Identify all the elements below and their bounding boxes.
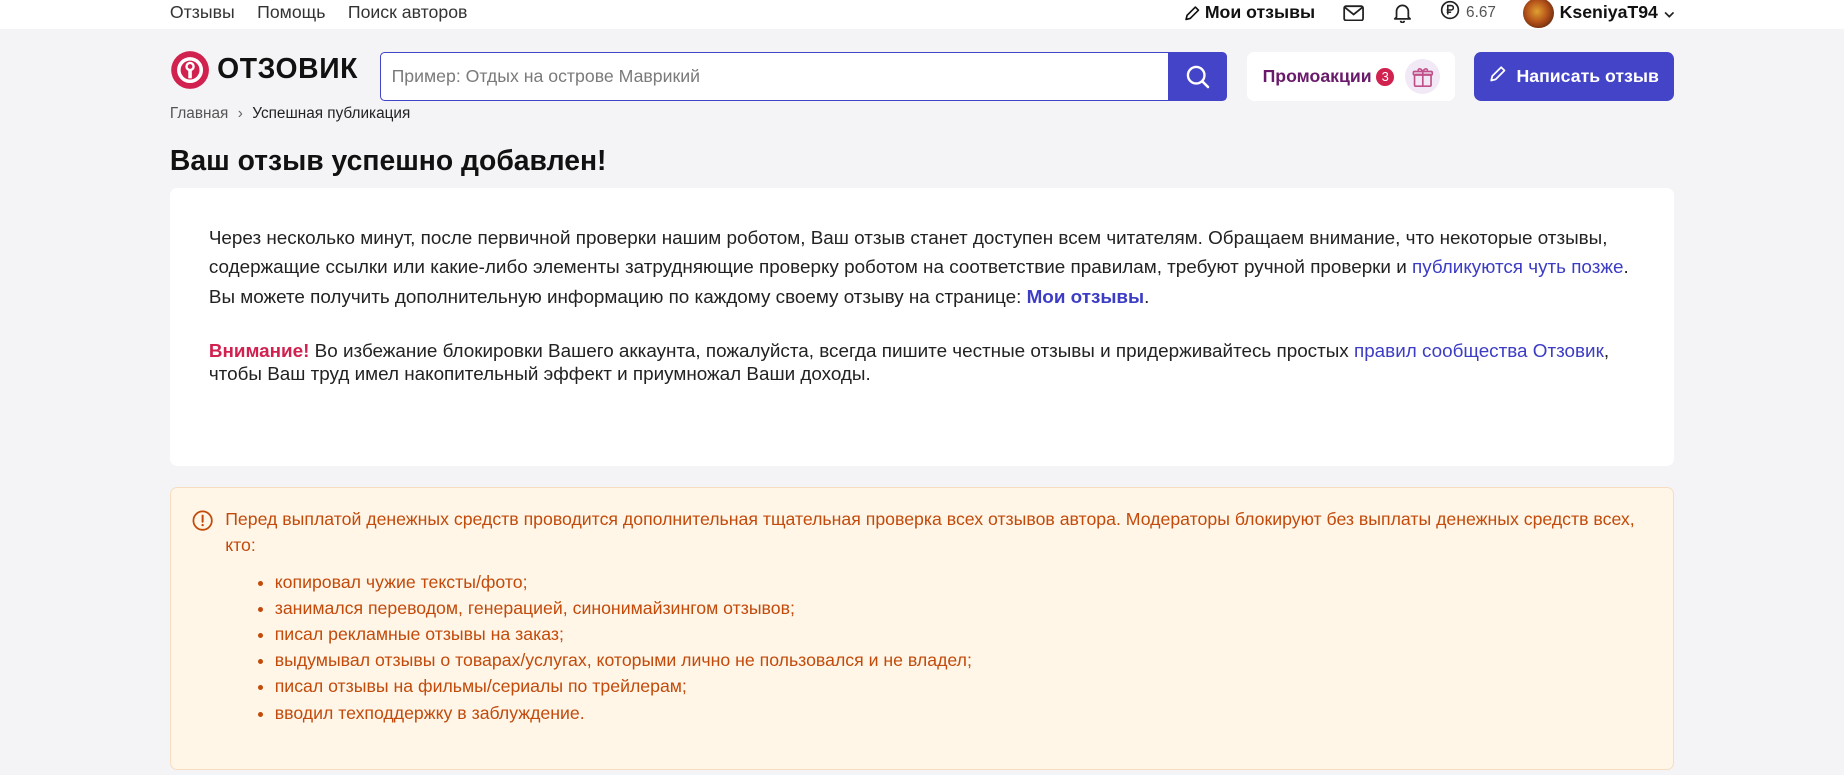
list-item: выдумывал отзывы о товарах/услугах, кото… [275, 647, 1650, 673]
pencil-icon [1489, 65, 1507, 88]
breadcrumb-current: Успешная публикация [252, 105, 411, 123]
my-reviews-page-link[interactable]: Мои отзывы [1027, 286, 1145, 307]
username: KseniyaT94 [1559, 2, 1658, 23]
exclamation-circle-icon [192, 510, 213, 539]
list-item: писал рекламные отзывы на заказ; [275, 621, 1650, 647]
top-links: Отзывы Помощь Поиск авторов [170, 2, 468, 23]
attention-paragraph: Внимание! Во избежание блокировки Вашего… [209, 339, 1636, 386]
breadcrumb: Главная › Успешная публикация [170, 100, 1674, 126]
top-utility-bar: Отзывы Помощь Поиск авторов Мои отзывы 6… [0, 0, 1845, 30]
community-rules-link[interactable]: правил сообщества Отзовик [1354, 340, 1604, 361]
page-title: Ваш отзыв успешно добавлен! [169, 145, 607, 178]
my-reviews-link[interactable]: Мои отзывы [1184, 2, 1315, 23]
chevron-down-icon [1664, 2, 1675, 23]
search-input[interactable] [379, 51, 1169, 102]
search-bar [379, 51, 1228, 102]
pencil-icon [1184, 5, 1201, 22]
search-button[interactable] [1168, 51, 1228, 102]
ruble-icon [1440, 0, 1460, 25]
mail-icon[interactable] [1343, 5, 1365, 22]
bell-icon[interactable] [1393, 3, 1412, 23]
balance-value: 6.67 [1466, 3, 1496, 21]
balance[interactable]: 6.67 [1440, 0, 1496, 25]
avatar [1523, 0, 1554, 29]
my-reviews-label: Мои отзывы [1204, 2, 1316, 23]
logo[interactable]: ОТЗОВИК [170, 50, 358, 90]
list-item: вводил техподдержку в заблуждение. [275, 700, 1650, 726]
top-right-menu: Мои отзывы 6.67 KseniyaT94 [1184, 0, 1675, 29]
logo-icon [171, 50, 209, 89]
search-icon [1186, 65, 1210, 88]
notice-text-1: Через несколько минут, после первичной п… [208, 226, 1608, 278]
write-review-button[interactable]: Написать отзыв [1473, 51, 1675, 102]
list-item: копировал чужие тексты/фото; [275, 569, 1650, 595]
top-link-help[interactable]: Помощь [257, 2, 325, 23]
attention-label: Внимание! [208, 339, 310, 361]
notice-paragraph: Через несколько минут, после первичной п… [209, 223, 1636, 312]
breadcrumb-home[interactable]: Главная [170, 105, 228, 123]
list-item: занимался переводом, генерацией, синоним… [275, 595, 1650, 621]
top-link-find-authors[interactable]: Поиск авторов [348, 2, 468, 23]
gift-icon [1404, 58, 1441, 95]
promo-button[interactable]: Промоакции 3 [1247, 51, 1455, 102]
breadcrumb-separator: › [237, 105, 243, 123]
user-menu[interactable]: KseniyaT94 [1523, 0, 1675, 29]
logo-text: ОТЗОВИК [217, 53, 359, 86]
site-header: ОТЗОВИК Промоакции 3 Написать отзыв [170, 29, 1675, 102]
payout-warning-alert: Перед выплатой денежных средств проводит… [169, 487, 1675, 771]
published-later-link[interactable]: публикуются чуть позже [1412, 256, 1623, 277]
success-notice-card: Через несколько минут, после первичной п… [169, 187, 1675, 467]
violations-list: копировал чужие тексты/фото; занимался п… [225, 569, 1650, 726]
notice-text-3: . [1144, 285, 1150, 307]
promo-count-badge: 3 [1376, 67, 1395, 86]
alert-intro: Перед выплатой денежных средств проводит… [225, 509, 1635, 556]
write-review-label: Написать отзыв [1516, 66, 1659, 87]
list-item: писал отзывы на фильмы/сериалы по трейле… [275, 673, 1650, 699]
promo-label: Промоакции [1262, 66, 1372, 87]
attention-text-1: Во избежание блокировки Вашего аккаунта,… [309, 339, 1354, 361]
top-link-reviews[interactable]: Отзывы [170, 2, 235, 23]
